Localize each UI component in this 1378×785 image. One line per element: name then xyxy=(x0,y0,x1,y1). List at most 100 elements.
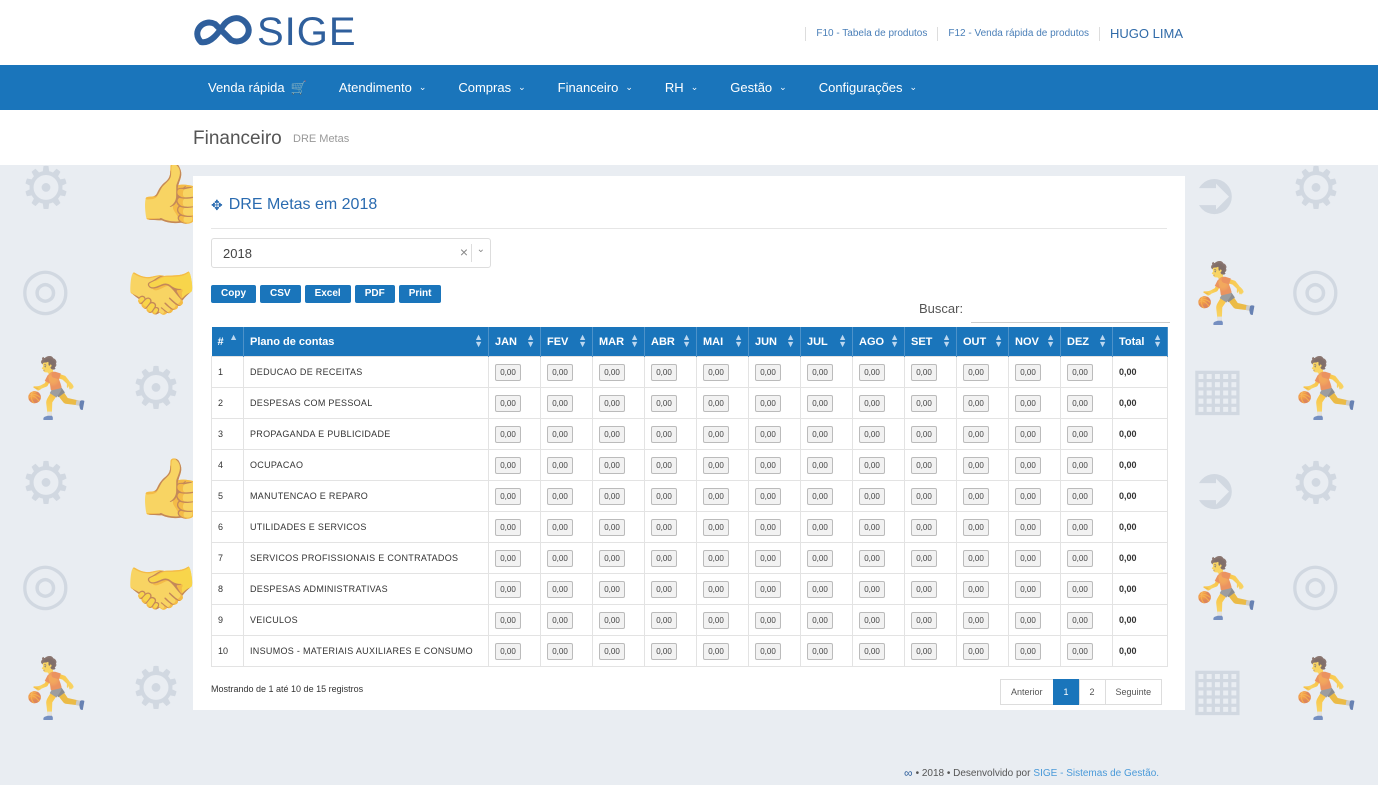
month-value-input[interactable]: 0,00 xyxy=(651,394,677,412)
month-value-input[interactable]: 0,00 xyxy=(547,394,573,412)
month-value-input[interactable]: 0,00 xyxy=(495,363,521,381)
month-value-input[interactable]: 0,00 xyxy=(1067,363,1093,381)
month-value-input[interactable]: 0,00 xyxy=(1015,549,1041,567)
month-value-input[interactable]: 0,00 xyxy=(495,611,521,629)
month-value-input[interactable]: 0,00 xyxy=(495,642,521,660)
month-value-input[interactable]: 0,00 xyxy=(703,642,729,660)
month-value-input[interactable]: 0,00 xyxy=(703,363,729,381)
month-value-input[interactable]: 0,00 xyxy=(1067,518,1093,536)
month-value-input[interactable]: 0,00 xyxy=(911,394,937,412)
month-value-input[interactable]: 0,00 xyxy=(547,363,573,381)
month-value-input[interactable]: 0,00 xyxy=(703,456,729,474)
month-value-input[interactable]: 0,00 xyxy=(547,425,573,443)
month-value-input[interactable]: 0,00 xyxy=(807,363,833,381)
column-header[interactable]: JUN ▲ ▼ xyxy=(748,327,801,357)
month-value-input[interactable]: 0,00 xyxy=(859,394,885,412)
month-value-input[interactable]: 0,00 xyxy=(807,394,833,412)
month-value-input[interactable]: 0,00 xyxy=(703,518,729,536)
month-value-input[interactable]: 0,00 xyxy=(1067,456,1093,474)
month-value-input[interactable]: 0,00 xyxy=(807,456,833,474)
month-value-input[interactable]: 0,00 xyxy=(1067,642,1093,660)
column-header[interactable]: MAI ▲ ▼ xyxy=(696,327,749,357)
month-value-input[interactable]: 0,00 xyxy=(547,642,573,660)
month-value-input[interactable]: 0,00 xyxy=(495,580,521,598)
month-value-input[interactable]: 0,00 xyxy=(755,363,781,381)
month-value-input[interactable]: 0,00 xyxy=(963,456,989,474)
month-value-input[interactable]: 0,00 xyxy=(651,425,677,443)
month-value-input[interactable]: 0,00 xyxy=(651,580,677,598)
month-value-input[interactable]: 0,00 xyxy=(599,363,625,381)
month-value-input[interactable]: 0,00 xyxy=(495,456,521,474)
month-value-input[interactable]: 0,00 xyxy=(807,487,833,505)
month-value-input[interactable]: 0,00 xyxy=(599,549,625,567)
month-value-input[interactable]: 0,00 xyxy=(807,611,833,629)
month-value-input[interactable]: 0,00 xyxy=(963,611,989,629)
month-value-input[interactable]: 0,00 xyxy=(651,611,677,629)
month-value-input[interactable]: 0,00 xyxy=(495,394,521,412)
nav-rh[interactable]: RH ⌄ xyxy=(665,80,698,95)
search-input[interactable] xyxy=(971,292,1170,323)
month-value-input[interactable]: 0,00 xyxy=(911,518,937,536)
month-value-input[interactable]: 0,00 xyxy=(859,425,885,443)
month-value-input[interactable]: 0,00 xyxy=(755,642,781,660)
month-value-input[interactable]: 0,00 xyxy=(755,394,781,412)
month-value-input[interactable]: 0,00 xyxy=(1015,518,1041,536)
column-header[interactable]: OUT ▲ ▼ xyxy=(956,327,1009,357)
nav-financeiro[interactable]: Financeiro ⌄ xyxy=(558,80,633,95)
month-value-input[interactable]: 0,00 xyxy=(807,642,833,660)
pagination-prev[interactable]: Anterior xyxy=(1000,679,1054,705)
month-value-input[interactable]: 0,00 xyxy=(963,487,989,505)
footer-link[interactable]: SIGE - Sistemas de Gestão. xyxy=(1033,768,1159,779)
month-value-input[interactable]: 0,00 xyxy=(599,456,625,474)
product-table-link[interactable]: F10 - Tabela de produtos xyxy=(816,28,927,39)
column-header[interactable]: DEZ ▲ ▼ xyxy=(1060,327,1113,357)
month-value-input[interactable]: 0,00 xyxy=(755,518,781,536)
month-value-input[interactable]: 0,00 xyxy=(807,518,833,536)
month-value-input[interactable]: 0,00 xyxy=(963,425,989,443)
month-value-input[interactable]: 0,00 xyxy=(1015,425,1041,443)
month-value-input[interactable]: 0,00 xyxy=(911,611,937,629)
month-value-input[interactable]: 0,00 xyxy=(807,549,833,567)
chevron-down-icon[interactable]: ⌄ xyxy=(477,244,485,255)
month-value-input[interactable]: 0,00 xyxy=(963,549,989,567)
month-value-input[interactable]: 0,00 xyxy=(859,580,885,598)
month-value-input[interactable]: 0,00 xyxy=(963,394,989,412)
month-value-input[interactable]: 0,00 xyxy=(911,642,937,660)
month-value-input[interactable]: 0,00 xyxy=(859,363,885,381)
month-value-input[interactable]: 0,00 xyxy=(963,363,989,381)
month-value-input[interactable]: 0,00 xyxy=(495,487,521,505)
month-value-input[interactable]: 0,00 xyxy=(911,487,937,505)
month-value-input[interactable]: 0,00 xyxy=(807,425,833,443)
month-value-input[interactable]: 0,00 xyxy=(547,611,573,629)
column-header[interactable]: JUL ▲ ▼ xyxy=(800,327,853,357)
month-value-input[interactable]: 0,00 xyxy=(1015,642,1041,660)
month-value-input[interactable]: 0,00 xyxy=(1015,611,1041,629)
column-header[interactable]: Total ▲ ▼ xyxy=(1112,327,1168,357)
pagination-page-2[interactable]: 2 xyxy=(1078,679,1106,705)
pagination-next[interactable]: Seguinte xyxy=(1104,679,1163,705)
nav-atendimento[interactable]: Atendimento ⌄ xyxy=(339,80,427,95)
month-value-input[interactable]: 0,00 xyxy=(703,611,729,629)
month-value-input[interactable]: 0,00 xyxy=(911,363,937,381)
copy-button[interactable]: Copy xyxy=(211,285,256,303)
month-value-input[interactable]: 0,00 xyxy=(599,394,625,412)
print-button[interactable]: Print xyxy=(398,285,442,303)
month-value-input[interactable]: 0,00 xyxy=(547,580,573,598)
month-value-input[interactable]: 0,00 xyxy=(911,549,937,567)
month-value-input[interactable]: 0,00 xyxy=(547,518,573,536)
month-value-input[interactable]: 0,00 xyxy=(859,487,885,505)
month-value-input[interactable]: 0,00 xyxy=(599,425,625,443)
month-value-input[interactable]: 0,00 xyxy=(703,425,729,443)
month-value-input[interactable]: 0,00 xyxy=(755,549,781,567)
month-value-input[interactable]: 0,00 xyxy=(1067,549,1093,567)
month-value-input[interactable]: 0,00 xyxy=(755,487,781,505)
pagination-page-1[interactable]: 1 xyxy=(1052,679,1080,705)
month-value-input[interactable]: 0,00 xyxy=(1067,611,1093,629)
month-value-input[interactable]: 0,00 xyxy=(651,642,677,660)
month-value-input[interactable]: 0,00 xyxy=(963,642,989,660)
month-value-input[interactable]: 0,00 xyxy=(599,642,625,660)
month-value-input[interactable]: 0,00 xyxy=(651,518,677,536)
column-header[interactable]: # ▲ xyxy=(211,327,244,357)
nav-configuracoes[interactable]: Configurações ⌄ xyxy=(819,80,917,95)
month-value-input[interactable]: 0,00 xyxy=(1067,487,1093,505)
